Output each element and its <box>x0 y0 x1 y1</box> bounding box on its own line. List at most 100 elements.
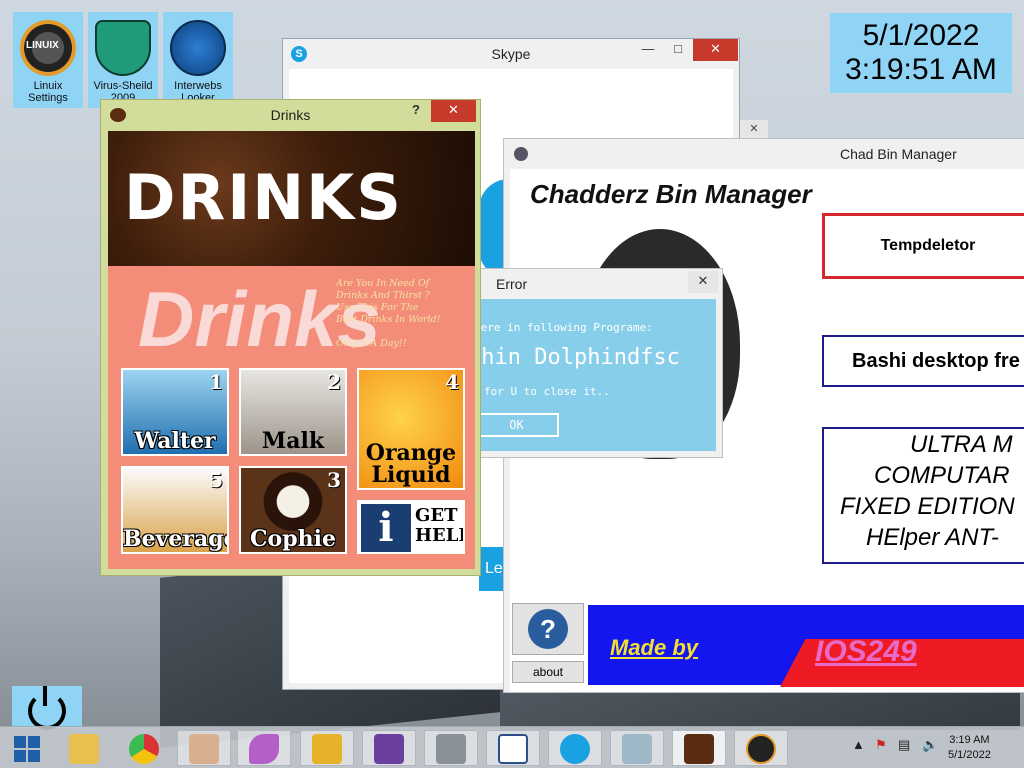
tagline-line: Use This For The <box>336 302 419 313</box>
desktop-clock-widget: 5/1/2022 3:19:51 AM <box>830 13 1012 93</box>
ultra-line: ULTRA M <box>910 431 1013 458</box>
ultra-line: FIXED EDITION <box>840 493 1015 520</box>
maximize-button[interactable]: □ <box>663 39 693 61</box>
ok-button[interactable]: OK <box>476 413 559 437</box>
clock-time: 3:19:51 AM <box>845 53 997 86</box>
ultra-computar-button[interactable]: ULTRA M COMPUTAR FIXED EDITION HElper AN… <box>822 427 1024 564</box>
bashi-desktop-button[interactable]: Bashi desktop fre <box>822 335 1024 387</box>
about-button[interactable]: about <box>512 661 584 683</box>
tempdeletor-button[interactable]: Tempdeletor <box>822 213 1024 279</box>
tile-number: 4 <box>445 370 459 394</box>
taskbar-dolphin[interactable] <box>237 730 291 766</box>
taskbar-avatar-app[interactable] <box>177 730 231 766</box>
error-line: tere in following Programe: <box>476 321 653 334</box>
close-button[interactable]: ✕ <box>431 100 476 122</box>
tile-label: Malk <box>261 428 325 454</box>
close-button[interactable]: ✕ <box>688 271 718 293</box>
desktop-icon-virus-sheild[interactable]: Virus-Sheild 2009 <box>88 12 158 108</box>
taskbar-skype[interactable] <box>548 730 602 766</box>
coffee-bean-icon <box>684 734 714 764</box>
window-icon <box>498 734 528 764</box>
tagline-line: Only 5 A Day!! <box>336 338 407 349</box>
chad-window-title: Chad Bin Manager <box>840 146 957 162</box>
help-button[interactable]: ? <box>401 100 431 122</box>
drink-tile-orange-liquid[interactable]: 4 Orange Liquid <box>357 368 465 490</box>
action-center-flag-icon[interactable]: ⚑ <box>875 737 887 753</box>
background-close-button[interactable]: ✕ <box>740 120 768 138</box>
sky-icon <box>436 734 466 764</box>
get-help-tile[interactable]: i GET HELP <box>357 500 465 554</box>
tile-number: 1 <box>209 370 223 394</box>
skype-icon <box>560 734 590 764</box>
power-button[interactable] <box>12 686 82 730</box>
drinks-tagline: Are You In Need Of Drinks And Thirst ? U… <box>336 278 476 350</box>
taskbar-face-app[interactable] <box>610 730 664 766</box>
tagline-line: Best Drinks In World! <box>336 314 441 325</box>
taskbar: ▲ ⚑ ▤ 🔈 3:19 AM 5/1/2022 <box>0 726 1024 768</box>
drinks-banner-text: DRINKS <box>124 161 403 234</box>
chad-heading: Chadderz Bin Manager <box>530 179 812 209</box>
ultra-line: COMPUTAR <box>874 462 1010 489</box>
author-link[interactable]: IOS249 <box>815 635 917 669</box>
tile-label: Beverage <box>123 526 229 552</box>
close-button[interactable]: ✕ <box>693 39 738 61</box>
desktop-icon-interwebs-looker[interactable]: Interwebs Looker <box>163 12 233 108</box>
error-title: Error <box>496 276 528 292</box>
error-content: tere in following Programe: phin Dolphin… <box>476 299 716 451</box>
tray-date: 5/1/2022 <box>948 749 991 761</box>
windows-icon <box>14 736 40 762</box>
drink-tile-cophie[interactable]: 3 Cophie <box>239 466 347 554</box>
drink-tile-walter[interactable]: 1 Walter <box>121 368 229 456</box>
chad-titlebar: Chad Bin Manager <box>504 139 1024 169</box>
tray-time: 3:19 AM <box>949 734 990 746</box>
minimize-button[interactable]: — <box>633 39 663 61</box>
help-line: GET <box>415 505 458 526</box>
taskbar-shield-app[interactable] <box>300 730 354 766</box>
drink-tile-beverage[interactable]: 5 Beverage <box>121 466 229 554</box>
tagline-line: Are You In Need Of <box>336 278 430 289</box>
linuix-icon <box>746 734 776 764</box>
ultra-line: HElper ANT- <box>866 524 999 551</box>
folder-icon <box>69 734 99 764</box>
clock-date: 5/1/2022 <box>862 19 980 52</box>
tray-expand-icon[interactable]: ▲ <box>852 737 865 752</box>
taskbar-linuix[interactable] <box>734 730 788 766</box>
error-program-name: phin Dolphindfsc <box>476 345 680 370</box>
help-button[interactable]: ? <box>512 603 584 655</box>
drink-tile-malk[interactable]: 2 Malk <box>239 368 347 456</box>
tile-label: Walter <box>134 428 216 454</box>
chrome-icon <box>129 734 159 764</box>
tile-number: 3 <box>327 468 341 492</box>
volume-muted-icon[interactable]: 🔈 <box>922 737 938 753</box>
desktop-icon-label: Linuix Settings <box>28 80 68 104</box>
question-icon: ? <box>528 609 568 649</box>
dolphin-icon <box>249 734 279 764</box>
made-by-label: Made by <box>610 635 699 660</box>
taskbar-window-app[interactable] <box>486 730 540 766</box>
taskbar-file-explorer[interactable] <box>57 730 111 766</box>
taskbar-chrome[interactable] <box>117 730 171 766</box>
error-line: for U to close it.. <box>484 385 610 398</box>
network-icon[interactable]: ▤ <box>898 737 910 753</box>
tagline-spacer <box>336 326 476 338</box>
taskbar-sky-app[interactable] <box>424 730 478 766</box>
wizard-icon <box>374 734 404 764</box>
info-icon: i <box>361 504 411 552</box>
face-icon <box>622 734 652 764</box>
error-titlebar: Error ✕ <box>476 269 722 299</box>
chad-app-icon <box>514 147 528 161</box>
tile-number: 2 <box>327 370 341 394</box>
tray-clock[interactable]: 3:19 AM 5/1/2022 <box>948 733 991 763</box>
badge-icon <box>312 734 342 764</box>
drinks-titlebar: Drinks ? ✕ <box>101 100 480 130</box>
get-help-label: GET HELP <box>415 505 463 546</box>
drinks-window: Drinks ? ✕ DRINKS Drinks Are You In Need… <box>100 99 481 576</box>
drinks-menu: Drinks Are You In Need Of Drinks And Thi… <box>108 266 475 569</box>
skype-titlebar: S Skype — □ ✕ <box>283 39 739 69</box>
tile-label: Orange Liquid <box>365 440 457 488</box>
desktop-icon-linuix-settings[interactable]: LINUIX Linuix Settings <box>13 12 83 108</box>
linuix-logo-text: LINUIX <box>26 40 59 51</box>
taskbar-drinks[interactable] <box>672 730 726 766</box>
start-button[interactable] <box>2 730 52 766</box>
taskbar-wizard-app[interactable] <box>362 730 416 766</box>
